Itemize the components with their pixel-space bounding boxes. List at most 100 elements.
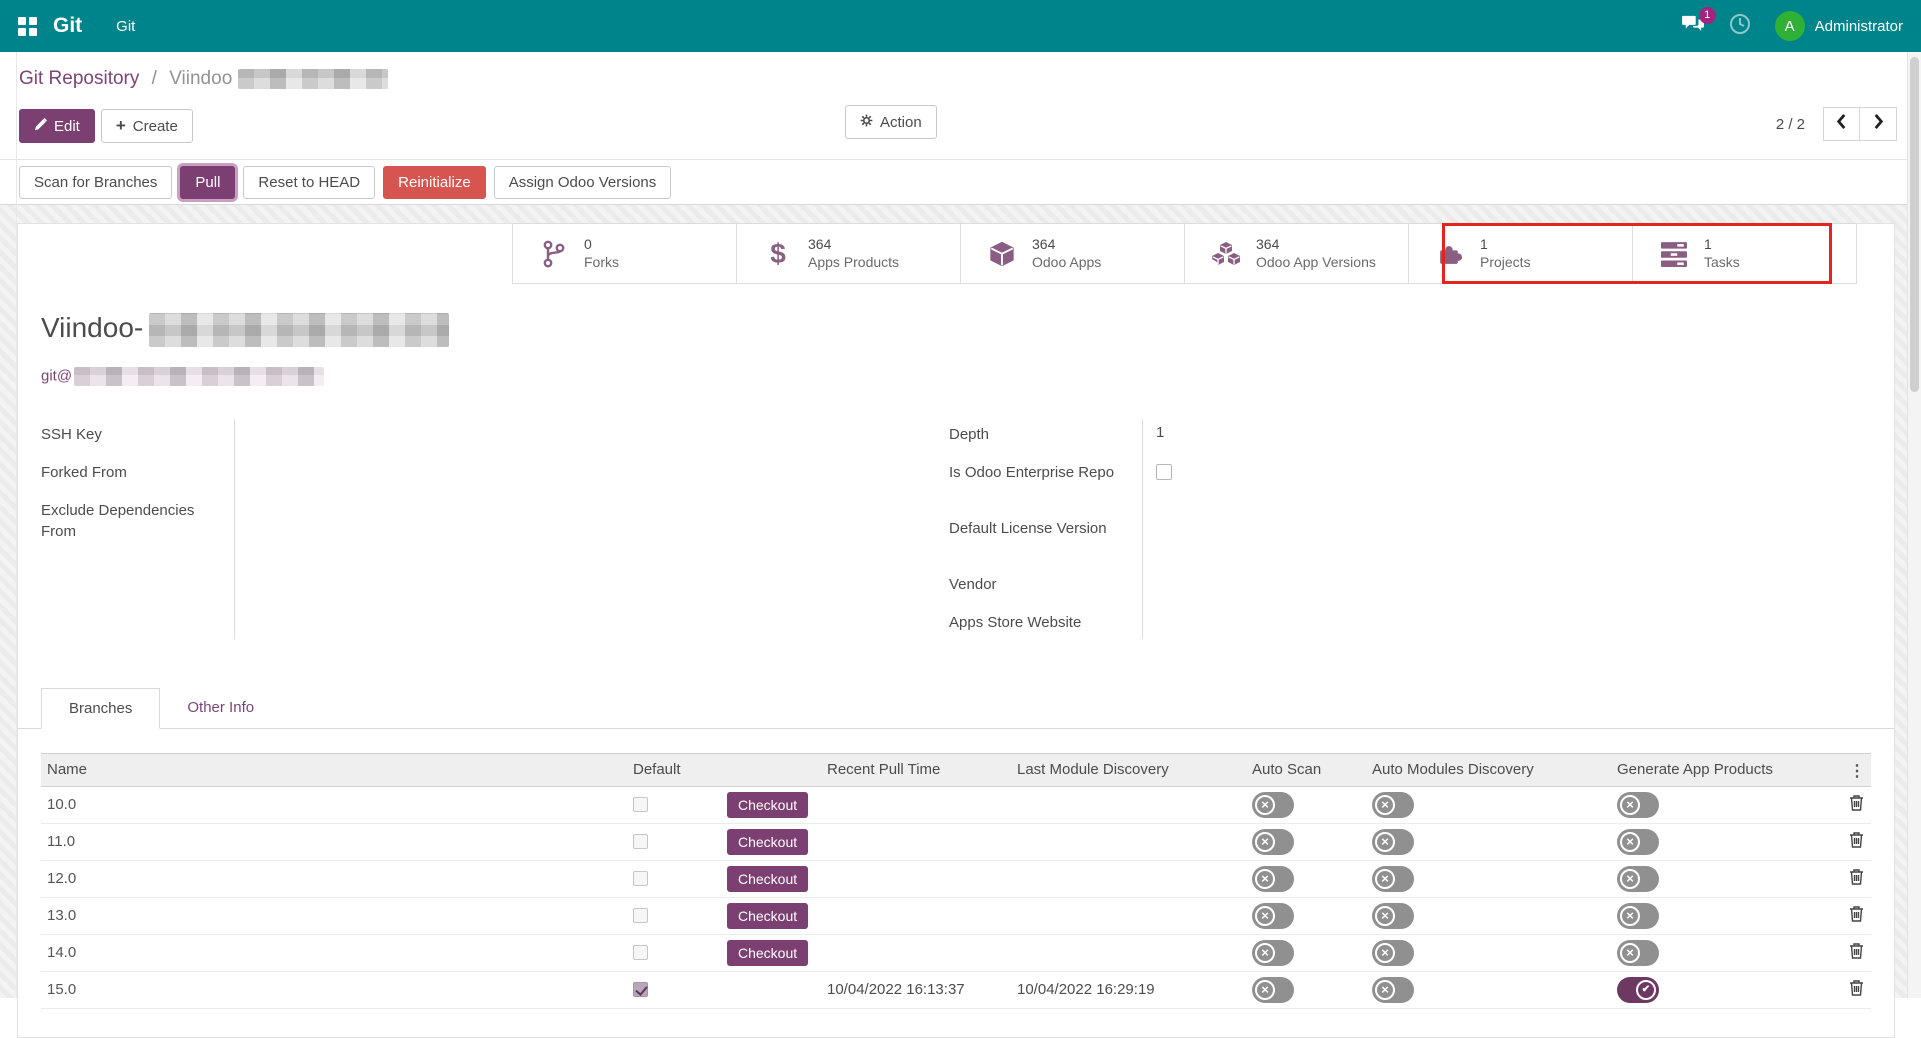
trash-icon (1849, 794, 1864, 815)
repository-url-prefix: git@ (41, 367, 72, 384)
clock-icon (1729, 13, 1751, 40)
checkout-button[interactable]: Checkout (727, 866, 808, 892)
pager-previous-button[interactable] (1823, 107, 1860, 141)
reset-to-head-button[interactable]: Reset to HEAD (243, 166, 375, 199)
scrollbar-thumb[interactable] (1910, 57, 1919, 392)
chevron-left-icon (1836, 114, 1847, 134)
breadcrumb-parent-link[interactable]: Git Repository (19, 68, 139, 89)
stat-button-forks[interactable]: 0 Forks (512, 223, 737, 284)
scan-for-branches-button[interactable]: Scan for Branches (19, 166, 172, 199)
generate-app-products-toggle[interactable] (1617, 829, 1659, 855)
branch-name-cell: 13.0 (41, 907, 619, 924)
user-menu[interactable]: A Administrator (1775, 11, 1903, 41)
auto-scan-toggle[interactable] (1252, 903, 1294, 929)
edit-button[interactable]: Edit (19, 109, 95, 143)
field-value-forked-from (234, 454, 631, 492)
field-value-apps-store-website (1142, 604, 1509, 642)
default-checkbox[interactable] (633, 871, 648, 886)
checkout-button[interactable]: Checkout (727, 829, 808, 855)
branch-name-cell: 10.0 (41, 796, 619, 813)
pull-button[interactable]: Pull (180, 166, 235, 199)
table-row[interactable]: 15.0 10/04/2022 16:13:37 10/04/2022 16:2… (41, 972, 1871, 1009)
auto-scan-toggle[interactable] (1252, 866, 1294, 892)
cubes-icon (1211, 240, 1241, 268)
column-header-generate-app-products[interactable]: Generate App Products (1597, 761, 1827, 778)
column-header-auto-modules-discovery[interactable]: Auto Modules Discovery (1352, 761, 1597, 778)
action-button[interactable]: Action (845, 105, 937, 139)
apps-menu-icon[interactable] (18, 17, 37, 36)
pencil-icon (34, 118, 47, 135)
delete-row-button[interactable] (1827, 979, 1871, 1000)
auto-scan-toggle[interactable] (1252, 792, 1294, 818)
auto-modules-discovery-toggle[interactable] (1372, 792, 1414, 818)
tab-other-info[interactable]: Other Info (160, 688, 281, 728)
generate-app-products-toggle[interactable] (1617, 866, 1659, 892)
trash-icon (1849, 868, 1864, 889)
stat-button-odoo-app-versions[interactable]: 364 Odoo App Versions (1185, 223, 1409, 284)
table-row[interactable]: 14.0 Checkout (41, 935, 1871, 972)
field-label-default-license-version: Default License Version (949, 510, 1142, 566)
repository-url-redacted (74, 367, 324, 386)
table-row[interactable]: 10.0 Checkout (41, 787, 1871, 824)
column-header-default[interactable]: Default (619, 761, 707, 778)
branch-name-cell: 11.0 (41, 833, 619, 850)
column-header-name[interactable]: Name (41, 761, 619, 778)
nav-menu-git[interactable]: Git (116, 18, 135, 35)
pager-value: 2 / 2 (1776, 116, 1805, 133)
field-area: SSH Key Forked From Exclude Dependencies… (41, 416, 1871, 642)
auto-modules-discovery-toggle[interactable] (1372, 829, 1414, 855)
assign-odoo-versions-button[interactable]: Assign Odoo Versions (494, 166, 672, 199)
messages-button[interactable]: 1 (1681, 14, 1705, 39)
checkout-button[interactable]: Checkout (727, 903, 808, 929)
generate-app-products-toggle[interactable] (1617, 940, 1659, 966)
stat-label: Apps Products (808, 254, 899, 272)
auto-scan-toggle[interactable] (1252, 940, 1294, 966)
column-header-last-module-discovery[interactable]: Last Module Discovery (997, 761, 1232, 778)
auto-modules-discovery-toggle[interactable] (1372, 977, 1414, 1003)
trash-icon (1849, 942, 1864, 963)
delete-row-button[interactable] (1827, 831, 1871, 852)
stat-button-apps-products[interactable]: $ 364 Apps Products (737, 223, 961, 284)
auto-modules-discovery-toggle[interactable] (1372, 940, 1414, 966)
vertical-scrollbar[interactable] (1907, 52, 1921, 998)
default-checkbox[interactable] (633, 945, 648, 960)
auto-scan-toggle[interactable] (1252, 977, 1294, 1003)
checkout-button[interactable]: Checkout (727, 792, 808, 818)
auto-modules-discovery-toggle[interactable] (1372, 903, 1414, 929)
control-panel: Git Repository / Viindoo Edit + Create (0, 52, 1907, 160)
default-checkbox[interactable] (633, 797, 648, 812)
default-checkbox[interactable] (633, 834, 648, 849)
default-checkbox[interactable] (633, 908, 648, 923)
delete-row-button[interactable] (1827, 905, 1871, 926)
auto-modules-discovery-toggle[interactable] (1372, 866, 1414, 892)
field-row: Is Odoo Enterprise Repo (949, 454, 1509, 510)
field-row: Vendor (949, 566, 1509, 604)
column-header-auto-scan[interactable]: Auto Scan (1232, 761, 1352, 778)
stat-button-odoo-apps[interactable]: 364 Odoo Apps (961, 223, 1185, 284)
is-odoo-enterprise-repo-checkbox[interactable] (1156, 464, 1172, 480)
stat-button-projects[interactable]: 1 Projects (1409, 223, 1633, 284)
activities-button[interactable] (1729, 13, 1751, 40)
stat-button-tasks[interactable]: 1 Tasks (1633, 223, 1857, 284)
delete-row-button[interactable] (1827, 794, 1871, 815)
delete-row-button[interactable] (1827, 942, 1871, 963)
generate-app-products-toggle[interactable] (1617, 903, 1659, 929)
auto-scan-toggle[interactable] (1252, 829, 1294, 855)
table-row[interactable]: 12.0 Checkout (41, 861, 1871, 898)
generate-app-products-toggle[interactable] (1617, 977, 1659, 1003)
table-row[interactable]: 13.0 Checkout (41, 898, 1871, 935)
chat-icon (1681, 21, 1705, 38)
app-brand[interactable]: Git (53, 14, 82, 38)
table-row[interactable]: 11.0 Checkout (41, 824, 1871, 861)
plus-icon: + (116, 116, 126, 136)
create-button[interactable]: + Create (101, 109, 193, 143)
default-checkbox[interactable] (633, 982, 648, 997)
delete-row-button[interactable] (1827, 868, 1871, 889)
reinitialize-button[interactable]: Reinitialize (383, 166, 486, 199)
checkout-button[interactable]: Checkout (727, 940, 808, 966)
generate-app-products-toggle[interactable] (1617, 792, 1659, 818)
tab-branches[interactable]: Branches (41, 688, 160, 729)
pager-next-button[interactable] (1860, 107, 1897, 141)
column-header-recent-pull-time[interactable]: Recent Pull Time (807, 761, 997, 778)
optional-columns-icon[interactable]: ⋮ (1849, 761, 1865, 781)
